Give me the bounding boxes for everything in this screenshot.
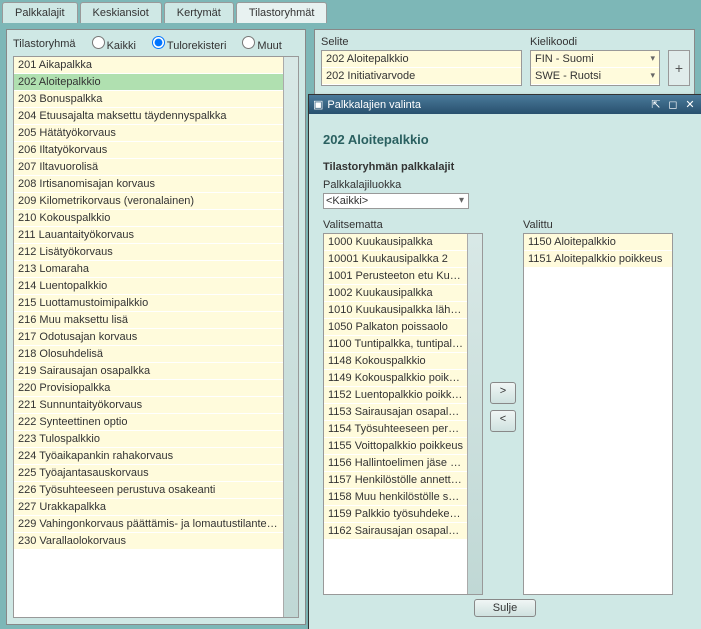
tab-keskiansiot[interactable]: Keskiansiot: [80, 2, 162, 23]
list-item[interactable]: 1010 Kuukausipalkka lähdevero: [324, 302, 468, 319]
sulje-button[interactable]: Sulje: [474, 599, 536, 617]
luokka-label: Palkkalajiluokka: [323, 179, 687, 191]
scrollbar[interactable]: [283, 57, 298, 617]
list-item[interactable]: 219 Sairausajan osapalkka: [14, 363, 284, 380]
radio-muut[interactable]: [242, 36, 255, 49]
list-item[interactable]: 1156 Hallintoelimen jäse maksettu: [324, 455, 468, 472]
list-item[interactable]: 1148 Kokouspalkkio: [324, 353, 468, 370]
list-item[interactable]: 230 Varallaolokorvaus: [14, 533, 284, 550]
list-item[interactable]: 224 Työaikapankin rahakorvaus: [14, 448, 284, 465]
tab-bar: Palkkalajit Keskiansiot Kertymät Tilasto…: [0, 0, 701, 23]
list-item[interactable]: 218 Olosuhdelisä: [14, 346, 284, 363]
list-item[interactable]: 220 Provisiopalkka: [14, 380, 284, 397]
radio-tulorekisteri-label[interactable]: Tulorekisteri: [146, 36, 227, 52]
list-item[interactable]: 213 Lomaraha: [14, 261, 284, 278]
list-item[interactable]: 202 Initiativarvode: [322, 68, 521, 85]
list-item[interactable]: 221 Sunnuntaityökorvaus: [14, 397, 284, 414]
radio-kaikki-label[interactable]: Kaikki: [86, 36, 136, 52]
list-item[interactable]: 1155 Voittopalkkio poikkeus: [324, 438, 468, 455]
list-item[interactable]: 211 Lauantaityökorvaus: [14, 227, 284, 244]
list-item[interactable]: 203 Bonuspalkka: [14, 91, 284, 108]
dialog-title: Palkkalajien valinta: [327, 99, 421, 111]
valittu-label: Valittu: [523, 219, 673, 231]
tilastoryhma-list[interactable]: 201 Aikapalkka202 Aloitepalkkio203 Bonus…: [13, 56, 299, 618]
radio-tulorekisteri[interactable]: [152, 36, 165, 49]
left-panel: Tilastoryhmä Kaikki Tulorekisteri Muut 2…: [6, 29, 306, 625]
list-item[interactable]: 207 Iltavuorolisä: [14, 159, 284, 176]
tab-tilastoryhmat[interactable]: Tilastoryhmät: [236, 2, 328, 23]
list-item[interactable]: 1158 Muu henkilöstölle suunnattu: [324, 489, 468, 506]
radio-muut-label[interactable]: Muut: [236, 36, 281, 52]
list-item[interactable]: 1153 Sairausajan osapalkka: [324, 404, 468, 421]
list-item[interactable]: 1162 Sairausajan osapalkka: [324, 523, 468, 540]
kielikoodi-label: Kielikoodi: [530, 36, 660, 48]
list-item[interactable]: 1050 Palkaton poissaolo: [324, 319, 468, 336]
tab-palkkalajit[interactable]: Palkkalajit: [2, 2, 78, 23]
list-item[interactable]: 215 Luottamustoimipalkkio: [14, 295, 284, 312]
filter-label: Tilastoryhmä: [13, 38, 76, 50]
scrollbar[interactable]: [467, 234, 482, 594]
list-item[interactable]: 1002 Kuukausipalkka: [324, 285, 468, 302]
list-item[interactable]: 229 Vahingonkorvaus päättämis- ja lomaut…: [14, 516, 284, 533]
dialog-icon: ▣: [313, 98, 323, 111]
list-item[interactable]: 1152 Luentopalkkio poikkeus: [324, 387, 468, 404]
list-item[interactable]: 201 Aikapalkka: [14, 57, 284, 74]
list-item[interactable]: 210 Kokouspalkkio: [14, 210, 284, 227]
kielikoodi-list[interactable]: FIN - SuomiSWE - Ruotsi: [530, 50, 660, 86]
list-item[interactable]: 1151 Aloitepalkkio poikkeus: [524, 251, 672, 268]
palkkalajiluokka-combo[interactable]: <Kaikki>: [323, 193, 469, 209]
list-item[interactable]: 222 Synteettinen optio: [14, 414, 284, 431]
close-icon[interactable]: ✕: [683, 98, 697, 111]
list-item[interactable]: 1149 Kokouspalkkio poikkeus: [324, 370, 468, 387]
dialog-section-title: Tilastoryhmän palkkalajit: [323, 161, 687, 173]
palkkalajien-valinta-dialog: ▣ Palkkalajien valinta ⇱ ◻ ✕ 202 Aloitep…: [308, 94, 701, 629]
list-item[interactable]: 202 Aloitepalkkio: [14, 74, 284, 91]
list-item[interactable]: 227 Urakkapalkka: [14, 499, 284, 516]
restore-icon[interactable]: ⇱: [649, 98, 663, 111]
list-item[interactable]: 205 Hätätyökorvaus: [14, 125, 284, 142]
list-item[interactable]: 204 Etuusajalta maksettu täydennyspalkka: [14, 108, 284, 125]
list-item[interactable]: 208 Irtisanomisajan korvaus: [14, 176, 284, 193]
list-item[interactable]: 212 Lisätyökorvaus: [14, 244, 284, 261]
filter-row: Tilastoryhmä Kaikki Tulorekisteri Muut: [13, 36, 299, 52]
dialog-titlebar[interactable]: ▣ Palkkalajien valinta ⇱ ◻ ✕: [309, 95, 701, 114]
list-item[interactable]: 214 Luentopalkkio: [14, 278, 284, 295]
list-item[interactable]: 217 Odotusajan korvaus: [14, 329, 284, 346]
list-item[interactable]: 225 Työajantasauskorvaus: [14, 465, 284, 482]
add-row-button[interactable]: +: [668, 50, 690, 86]
maximize-icon[interactable]: ◻: [666, 98, 680, 111]
list-item[interactable]: 1157 Henkilöstölle annettu rahalahja: [324, 472, 468, 489]
selite-list[interactable]: 202 Aloitepalkkio202 Initiativarvode: [321, 50, 522, 86]
list-item[interactable]: 1159 Palkkio työsuhdekeksinnöstä: [324, 506, 468, 523]
move-left-button[interactable]: <: [490, 410, 516, 432]
list-item[interactable]: 216 Muu maksettu lisä: [14, 312, 284, 329]
list-item[interactable]: 209 Kilometrikorvaus (veronalainen): [14, 193, 284, 210]
list-item[interactable]: 1154 Työsuhteeseen perustuva: [324, 421, 468, 438]
selite-label: Selite: [321, 36, 522, 48]
list-item[interactable]: 223 Tulospalkkio: [14, 431, 284, 448]
move-right-button[interactable]: >: [490, 382, 516, 404]
kielikoodi-item[interactable]: FIN - Suomi: [531, 51, 659, 68]
valitsematta-label: Valitsematta: [323, 219, 483, 231]
tab-kertymat[interactable]: Kertymät: [164, 2, 234, 23]
dialog-heading: 202 Aloitepalkkio: [323, 132, 687, 147]
list-item[interactable]: 202 Aloitepalkkio: [322, 51, 521, 68]
list-item[interactable]: 1000 Kuukausipalkka: [324, 234, 468, 251]
list-item[interactable]: 10001 Kuukausipalkka 2: [324, 251, 468, 268]
list-item[interactable]: 1150 Aloitepalkkio: [524, 234, 672, 251]
list-item[interactable]: 226 Työsuhteeseen perustuva osakeanti: [14, 482, 284, 499]
list-item[interactable]: 1001 Perusteeton etu Kuukausipalkka: [324, 268, 468, 285]
list-item[interactable]: 206 Iltatyökorvaus: [14, 142, 284, 159]
kielikoodi-item[interactable]: SWE - Ruotsi: [531, 68, 659, 85]
valitsematta-list[interactable]: 1000 Kuukausipalkka10001 Kuukausipalkka …: [323, 233, 483, 595]
valittu-list[interactable]: 1150 Aloitepalkkio1151 Aloitepalkkio poi…: [523, 233, 673, 595]
radio-kaikki[interactable]: [92, 36, 105, 49]
list-item[interactable]: 1100 Tuntipalkka, tuntipalkkaiset: [324, 336, 468, 353]
